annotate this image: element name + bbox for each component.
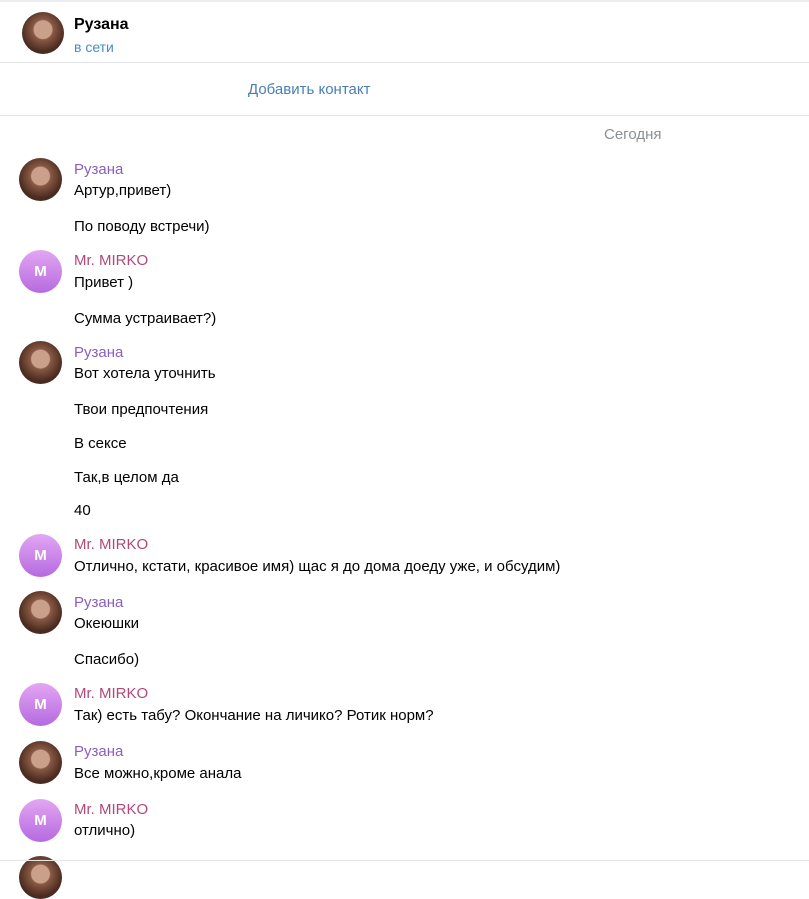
message-text: Отлично, кстати, красивое имя) щас я до … <box>74 558 561 575</box>
sender-avatar[interactable]: M <box>19 534 62 577</box>
message-text: Так,в целом да <box>74 469 179 486</box>
message-text: Так) есть табу? Окончание на личико? Рот… <box>74 707 434 724</box>
add-contact-button[interactable]: Добавить контакт <box>248 81 370 98</box>
message-text: В сексе <box>74 435 127 452</box>
sender-avatar[interactable] <box>19 341 62 384</box>
sender-avatar[interactable]: M <box>19 683 62 726</box>
sender-avatar[interactable] <box>19 158 62 201</box>
sender-avatar[interactable]: M <box>19 799 62 842</box>
message-text: Твои предпочтения <box>74 401 209 418</box>
composer-divider <box>0 860 809 861</box>
message-text: Все можно,кроме анала <box>74 765 242 782</box>
message-text: 40 <box>74 502 91 519</box>
message-text: По поводу встречи) <box>74 218 210 235</box>
sender-name[interactable]: Mr. MIRKO <box>74 536 148 553</box>
message-text: Артур,привет) <box>74 182 172 199</box>
add-contact-divider <box>0 115 809 116</box>
message-text: Спасибо) <box>74 651 140 668</box>
sender-name[interactable]: Mr. MIRKO <box>74 801 148 818</box>
message-text: Океюшки <box>74 615 139 632</box>
sender-avatar <box>19 856 62 899</box>
sender-name[interactable]: Рузана <box>74 344 123 361</box>
sender-name[interactable]: Рузана <box>74 594 123 611</box>
sender-name[interactable]: Mr. MIRKO <box>74 252 148 269</box>
sender-name[interactable]: Mr. MIRKO <box>74 685 148 702</box>
message-text: Сумма устраивает?) <box>74 310 217 327</box>
contact-status: в сети <box>74 39 114 55</box>
message-text: Вот хотела уточнить <box>74 365 216 382</box>
sender-avatar[interactable]: M <box>19 250 62 293</box>
date-separator: Сегодня <box>604 126 662 143</box>
add-contact-bar: Добавить контакт <box>0 63 809 115</box>
sender-name[interactable]: Рузана <box>74 161 123 178</box>
chat-header: Рузана в сети <box>0 0 809 62</box>
message-text: Привет ) <box>74 274 134 291</box>
sender-avatar[interactable] <box>19 741 62 784</box>
sender-avatar[interactable] <box>19 591 62 634</box>
sender-name[interactable]: Рузана <box>74 743 123 760</box>
contact-name[interactable]: Рузана <box>74 16 129 34</box>
contact-avatar[interactable] <box>22 12 64 54</box>
message-text: отлично) <box>74 822 136 839</box>
